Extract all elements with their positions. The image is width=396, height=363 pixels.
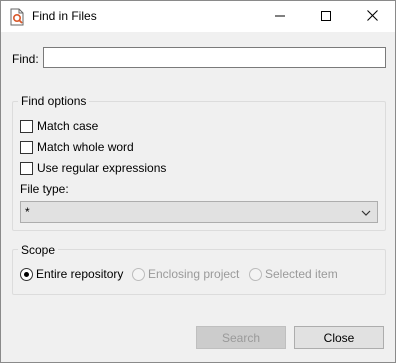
search-button: Search xyxy=(196,326,286,349)
match-whole-word-checkbox-row[interactable]: Match whole word xyxy=(20,140,134,154)
entire-repository-label[interactable]: Entire repository xyxy=(36,267,123,281)
find-label: Find: xyxy=(12,52,39,66)
match-case-label[interactable]: Match case xyxy=(37,119,98,133)
use-regex-label[interactable]: Use regular expressions xyxy=(37,161,166,175)
use-regex-checkbox-row[interactable]: Use regular expressions xyxy=(20,161,166,175)
selected-item-label: Selected item xyxy=(265,267,338,281)
window-title: Find in Files xyxy=(32,9,97,23)
title-bar[interactable]: Find in Files xyxy=(1,1,395,32)
match-case-checkbox-row[interactable]: Match case xyxy=(20,119,98,133)
close-button[interactable]: Close xyxy=(294,326,384,349)
maximize-icon xyxy=(321,10,331,24)
entire-repository-radio[interactable] xyxy=(20,267,33,281)
close-icon xyxy=(366,9,378,24)
close-window-button[interactable] xyxy=(349,1,395,32)
enclosing-project-radio xyxy=(132,267,145,281)
enclosing-project-label: Enclosing project xyxy=(148,267,240,281)
file-type-value: * xyxy=(25,205,30,219)
find-input[interactable] xyxy=(43,47,386,68)
selected-item-radio xyxy=(249,267,262,281)
scope-legend: Scope xyxy=(18,243,59,257)
match-whole-word-label[interactable]: Match whole word xyxy=(37,140,134,154)
minimize-button[interactable] xyxy=(257,1,303,32)
file-type-select[interactable]: * xyxy=(20,201,378,223)
chevron-down-icon xyxy=(361,207,371,221)
scope-entire-repository[interactable]: Entire repository xyxy=(20,267,123,281)
scope-selected-item: Selected item xyxy=(249,267,338,281)
scope-enclosing-project: Enclosing project xyxy=(132,267,239,281)
match-whole-word-checkbox[interactable] xyxy=(20,140,33,154)
maximize-button[interactable] xyxy=(303,1,349,32)
file-type-label: File type: xyxy=(20,182,69,196)
minimize-icon xyxy=(275,10,285,24)
find-in-files-dialog: Find in Files Find: Find options Match c… xyxy=(0,0,396,363)
find-in-files-icon xyxy=(9,8,26,26)
match-case-checkbox[interactable] xyxy=(20,119,33,133)
use-regex-checkbox[interactable] xyxy=(20,161,33,175)
find-options-legend: Find options xyxy=(18,94,90,108)
